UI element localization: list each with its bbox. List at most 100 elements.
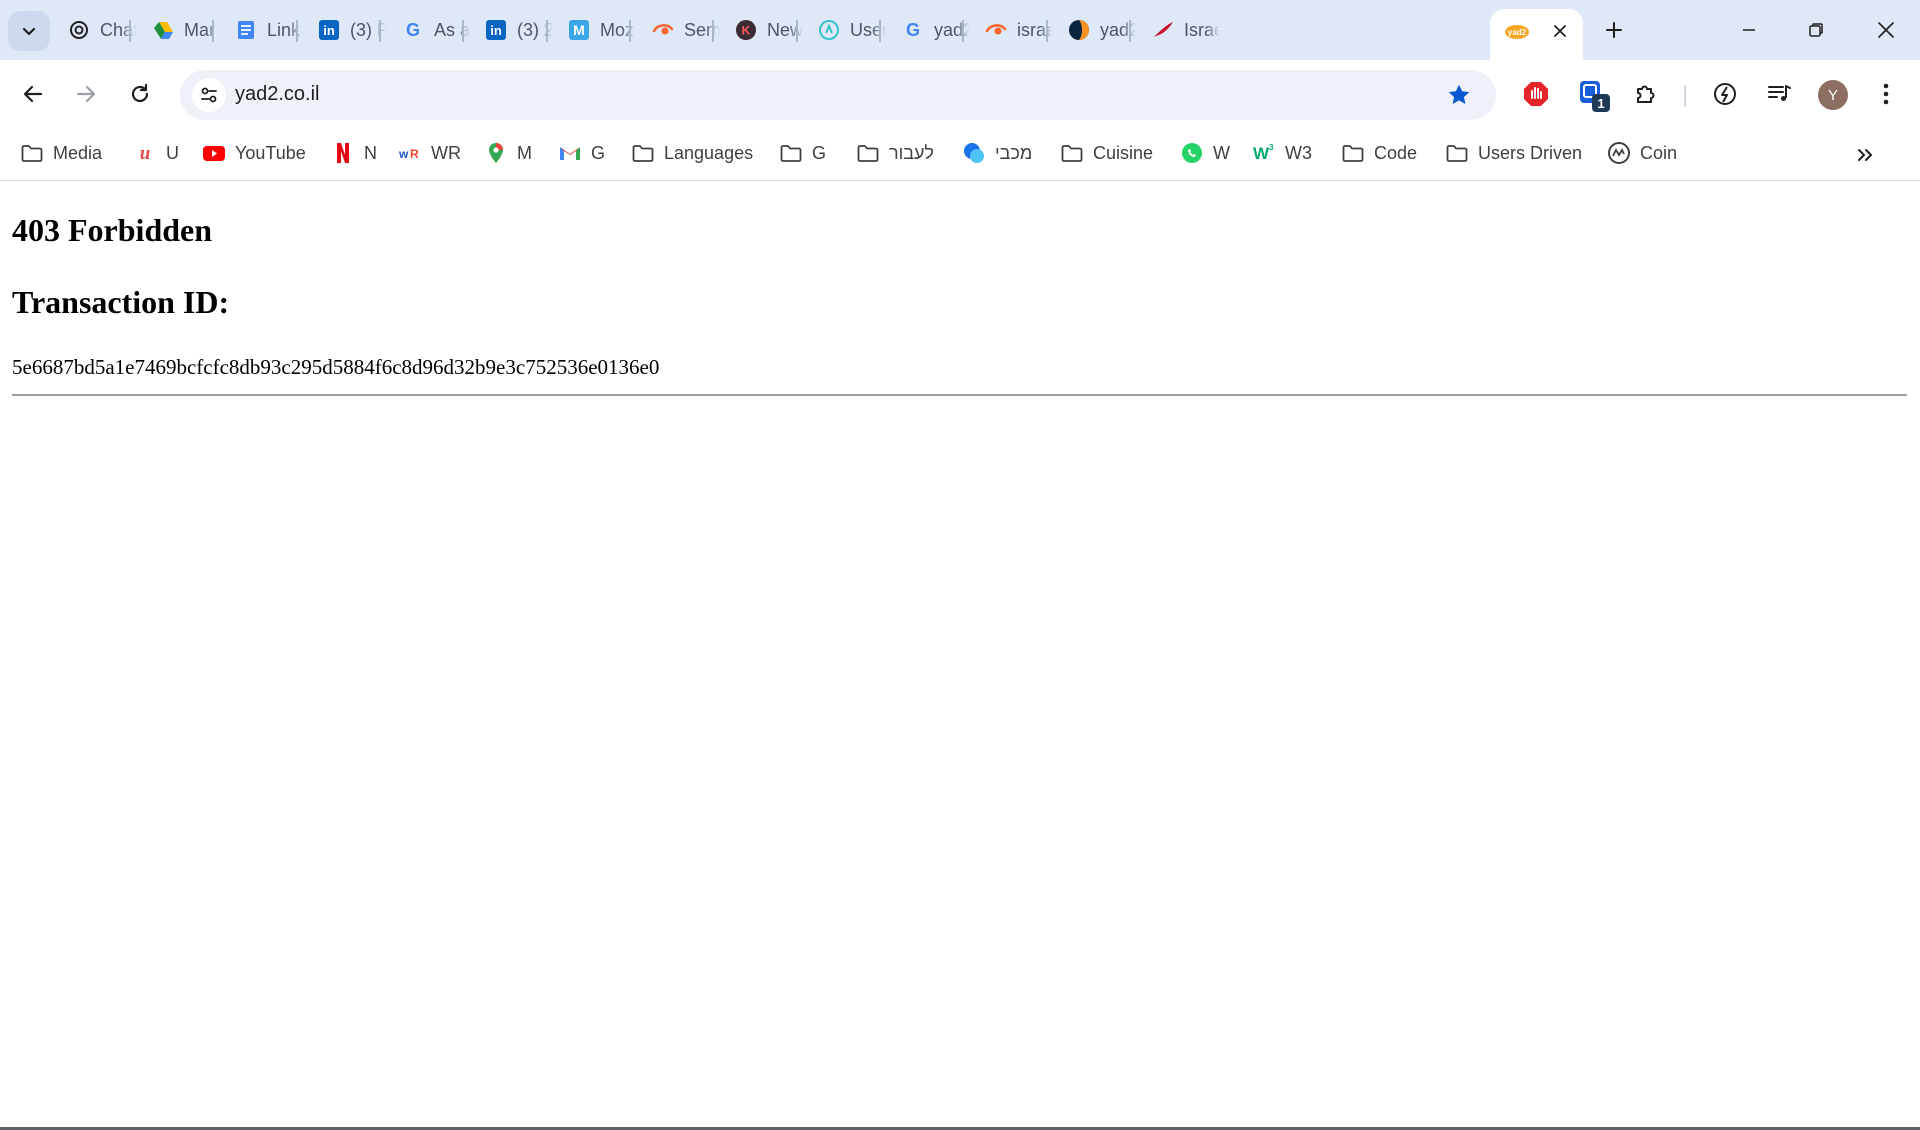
bookmark-item[interactable]: W (1180, 138, 1230, 168)
reload-button[interactable] (120, 74, 160, 114)
profile-avatar[interactable]: Y (1818, 80, 1848, 110)
close-icon (1878, 22, 1894, 38)
restore-button[interactable] (1792, 10, 1840, 50)
folder-icon (631, 141, 655, 165)
bird-icon (1152, 19, 1174, 41)
tab-title: As a (434, 19, 470, 40)
bookmark-item[interactable]: Coin (1607, 138, 1677, 168)
tab-separator (1129, 20, 1131, 42)
tab-separator (546, 20, 548, 42)
tab[interactable]: israe (985, 12, 1053, 48)
w3schools-icon: W3 (1252, 141, 1276, 165)
bookmark-item[interactable]: G (779, 138, 826, 168)
tab[interactable]: K New (735, 12, 803, 48)
new-tab-button[interactable] (1598, 14, 1630, 46)
tab[interactable]: G As a (402, 12, 470, 48)
bitwarden-extension-button[interactable]: 1 (1576, 78, 1610, 112)
media-controls-button[interactable] (1763, 78, 1795, 110)
tab-active[interactable]: yad2 (1490, 9, 1583, 60)
transaction-id: 5e6687bd5a1e7469bcfcfc8db93c295d5884f6c8… (12, 355, 660, 379)
tab[interactable]: M Moz (568, 12, 636, 48)
linkedin-icon: in (485, 19, 507, 41)
bookmark-item[interactable]: Users Driven (1445, 138, 1582, 168)
bookmark-label: WR (431, 142, 461, 163)
url-text[interactable]: yad2.co.il (235, 83, 320, 106)
linkedin-icon: in (318, 19, 340, 41)
menu-button[interactable] (1870, 78, 1902, 110)
svg-text:w: w (398, 147, 409, 161)
bookmark-item[interactable]: w R WR (398, 138, 461, 168)
bookmark-item[interactable]: Languages (631, 138, 753, 168)
performance-button[interactable] (1709, 78, 1741, 110)
spiral-icon (818, 19, 840, 41)
svg-text:yad2: yad2 (1508, 28, 1527, 37)
tab[interactable]: Link (235, 12, 303, 48)
tab-separator (629, 20, 631, 42)
gmail-icon (558, 141, 582, 165)
more-vertical-icon (1883, 83, 1889, 105)
extensions-button[interactable] (1630, 78, 1662, 110)
tab[interactable]: yad2 (1068, 12, 1136, 48)
bookmark-label: Cuisine (1093, 142, 1154, 163)
svg-text:K: K (742, 24, 751, 38)
address-bar[interactable]: yad2.co.il (180, 70, 1496, 120)
speedometer-icon (1714, 83, 1736, 105)
semrush-icon (652, 19, 674, 41)
adblock-extension-button[interactable] (1520, 78, 1552, 110)
arrow-left-icon (23, 85, 43, 103)
page-content: 403 Forbidden Transaction ID: 5e6687bd5a… (0, 181, 1920, 1130)
bookmark-item[interactable]: N (331, 138, 377, 168)
transaction-label: Transaction ID: (12, 284, 230, 320)
tab-search-button[interactable] (8, 11, 50, 51)
bookmark-item[interactable]: W 3 W3 (1252, 138, 1312, 168)
k-icon: K (735, 19, 757, 41)
whatsapp-icon (1180, 141, 1204, 165)
bookmark-item[interactable]: G (558, 138, 605, 168)
bookmark-star-button[interactable] (1444, 80, 1474, 110)
bookmark-item[interactable]: M (484, 138, 532, 168)
svg-text:G: G (406, 20, 420, 40)
folder-icon (1341, 141, 1365, 165)
close-window-button[interactable] (1862, 10, 1910, 50)
bookmark-item[interactable]: Media (20, 138, 102, 168)
bookmark-item[interactable]: לעבור (856, 138, 934, 168)
tab-title: Mar (184, 19, 215, 40)
reload-icon (131, 83, 149, 103)
bookmark-item[interactable]: Code (1341, 138, 1417, 168)
folder-icon (856, 141, 880, 165)
bookmark-item[interactable]: Cuisine (1060, 138, 1153, 168)
tab[interactable]: Sem (652, 12, 720, 48)
tab-title: Sem (684, 19, 720, 40)
back-button[interactable] (13, 74, 53, 114)
tab-separator (129, 20, 131, 42)
tab[interactable]: Gyad2 (902, 12, 970, 48)
minimize-button[interactable] (1725, 10, 1773, 50)
netflix-icon (331, 141, 355, 165)
moz-icon: M (568, 19, 590, 41)
tab[interactable]: in (3) F (318, 12, 386, 48)
tab[interactable]: User (818, 12, 886, 48)
svg-text:u: u (140, 143, 151, 164)
tab[interactable]: Chat (68, 12, 136, 48)
svg-text:3: 3 (1269, 143, 1274, 152)
tab[interactable]: in (3) 2 (485, 12, 553, 48)
bookmark-item[interactable]: מכבי (962, 138, 1032, 168)
svg-text:in: in (490, 23, 502, 38)
folder-icon (20, 141, 44, 165)
google-icon: G (902, 19, 924, 41)
more-bookmarks-button[interactable] (1850, 140, 1880, 170)
youtube-icon (202, 141, 226, 165)
tab-strip: Chat Mar Link in (3) F G As a in (3) 2 M Moz Sem K Ne… (0, 0, 1920, 60)
bookmark-item[interactable]: YouTube (202, 138, 306, 168)
forward-button[interactable] (66, 74, 106, 114)
tab-separator (379, 20, 381, 42)
bookmark-label: לעבור (889, 142, 934, 163)
site-info-button[interactable] (192, 78, 226, 112)
tab-separator (962, 20, 964, 42)
bookmark-label: YouTube (235, 142, 306, 163)
bookmark-item[interactable]: uU (133, 138, 179, 168)
tab[interactable]: Israe (1152, 12, 1220, 48)
tab[interactable]: Mar (152, 12, 220, 48)
u-icon: u (133, 141, 157, 165)
close-tab-button[interactable] (1546, 17, 1574, 45)
